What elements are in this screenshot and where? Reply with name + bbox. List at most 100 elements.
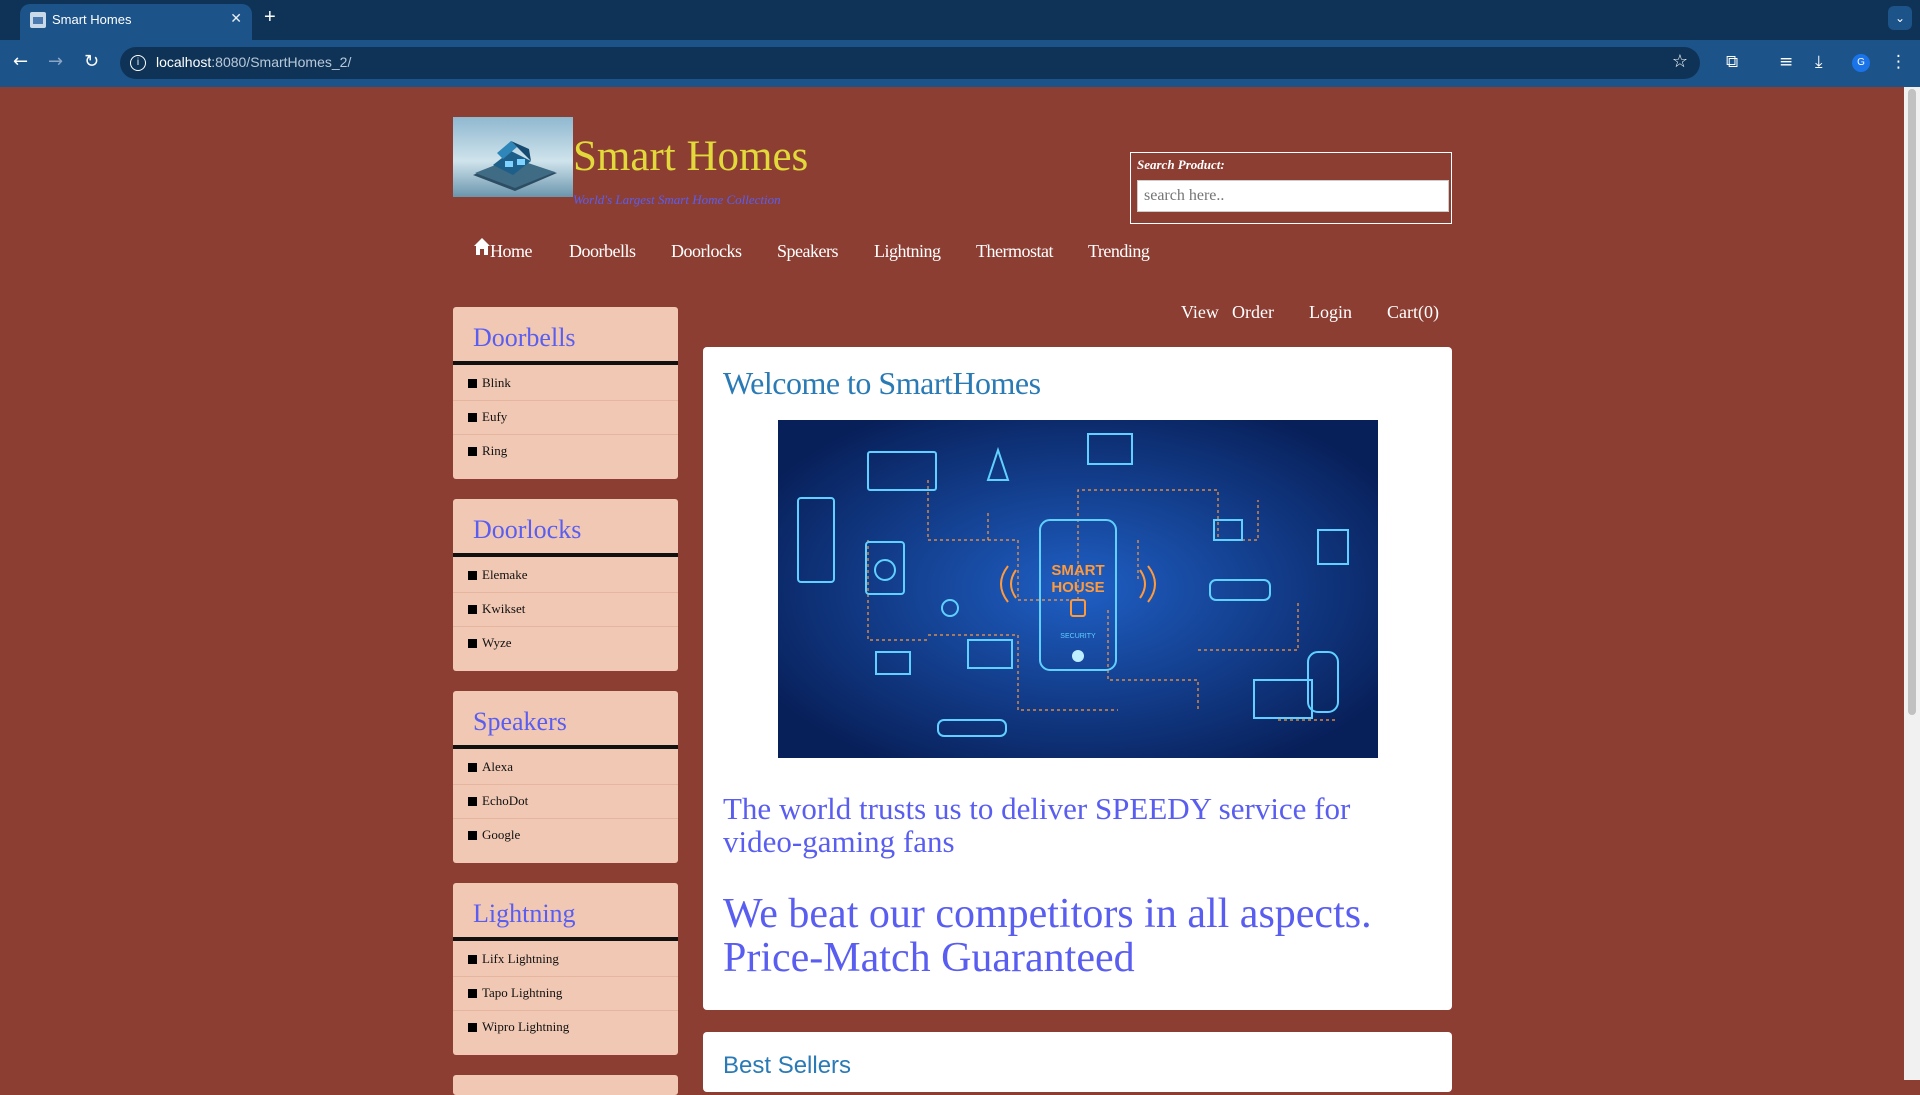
menu-kebab-icon[interactable]: ⋮: [1890, 52, 1907, 72]
category-title: Doorbells: [473, 323, 576, 352]
nav-doorlocks[interactable]: Doorlocks: [671, 241, 742, 262]
nav-cart[interactable]: Cart(0): [1387, 302, 1439, 323]
profile-avatar[interactable]: G: [1852, 54, 1870, 72]
nav-home[interactable]: Home: [490, 241, 533, 262]
site-title[interactable]: Smart Homes: [573, 132, 808, 181]
url-text: localhost:8080/SmartHomes_2/: [156, 54, 351, 70]
bullet-icon: [468, 831, 477, 840]
bullet-icon: [468, 447, 477, 456]
url-host: localhost: [156, 54, 212, 70]
sidebar-item-label[interactable]: Eufy: [482, 409, 507, 425]
sidebar-item-label[interactable]: Kwikset: [482, 601, 525, 617]
nav-thermostat[interactable]: Thermostat: [976, 241, 1053, 262]
sidebar-item-label[interactable]: Elemake: [482, 567, 527, 583]
bullet-icon: [468, 763, 477, 772]
smart-house-hero-image: SMART HOUSE SECURITY: [778, 420, 1378, 758]
bullet-icon: [468, 413, 477, 422]
nav-doorbells[interactable]: Doorbells: [569, 241, 636, 262]
bullet-icon: [468, 1023, 477, 1032]
best-sellers-panel: Best Sellers: [703, 1032, 1452, 1092]
sidebar-item-ring[interactable]: Ring: [453, 434, 678, 468]
sidebar-item-echodot[interactable]: EchoDot: [453, 784, 678, 819]
bullet-icon: [468, 989, 477, 998]
sidebar-item-wyze[interactable]: Wyze: [453, 626, 678, 660]
sidebar-item-alexa[interactable]: Alexa: [453, 750, 678, 785]
category-title: Lightning: [473, 899, 576, 928]
new-tab-icon[interactable]: +: [264, 6, 276, 29]
bookmark-star-icon[interactable]: ☆: [1672, 51, 1688, 72]
site-info-icon[interactable]: i: [130, 55, 146, 71]
sidebar-category-doorbells: Doorbells Blink Eufy Ring: [453, 307, 678, 479]
site-tagline: World's Largest Smart Home Collection: [573, 192, 781, 207]
category-divider: [453, 937, 678, 941]
media-icon[interactable]: ≡: [1779, 52, 1793, 72]
sidebar-item-google[interactable]: Google: [453, 818, 678, 852]
welcome-heading: Welcome to SmartHomes: [723, 365, 1041, 401]
hero-smart-text: SMART: [1051, 562, 1104, 579]
browser-tab[interactable]: Smart Homes ✕: [20, 4, 252, 40]
best-sellers-heading: Best Sellers: [723, 1052, 852, 1079]
back-icon[interactable]: ←: [13, 51, 28, 72]
nav-lightning[interactable]: Lightning: [874, 241, 941, 262]
download-icon[interactable]: ⤓: [1815, 52, 1823, 72]
page-scrollbar[interactable]: [1904, 87, 1920, 1080]
sidebar-item-label[interactable]: Ring: [482, 443, 507, 459]
sidebar-item-eufy[interactable]: Eufy: [453, 400, 678, 435]
url-path: :8080/SmartHomes_2/: [211, 54, 352, 70]
sidebar-category-next: [453, 1075, 678, 1095]
nav-speakers[interactable]: Speakers: [777, 241, 838, 262]
sidebar-item-kwikset[interactable]: Kwikset: [453, 592, 678, 627]
search-input[interactable]: [1137, 180, 1449, 212]
sidebar-item-lifx[interactable]: Lifx Lightning: [453, 942, 678, 977]
sidebar-item-tapo[interactable]: Tapo Lightning: [453, 976, 678, 1011]
bullet-icon: [468, 797, 477, 806]
sidebar-item-wipro[interactable]: Wipro Lightning: [453, 1010, 678, 1044]
favicon-icon: [30, 12, 46, 28]
sidebar-category-lightning: Lightning Lifx Lightning Tapo Lightning …: [453, 883, 678, 1055]
tab-search-icon[interactable]: ⌄: [1888, 6, 1912, 30]
site-logo-image[interactable]: [453, 117, 573, 197]
tagline-speedy: The world trusts us to deliver SPEEDY se…: [723, 791, 1351, 859]
sidebar-item-elemake[interactable]: Elemake: [453, 558, 678, 593]
bullet-icon: [468, 955, 477, 964]
sidebar-item-label[interactable]: Blink: [482, 375, 511, 391]
bullet-icon: [468, 379, 477, 388]
bullet-icon: [468, 605, 477, 614]
tagline-price-match: We beat our competitors in all aspects. …: [723, 891, 1372, 981]
bullet-icon: [468, 639, 477, 648]
sidebar-category-doorlocks: Doorlocks Elemake Kwikset Wyze: [453, 499, 678, 671]
category-divider: [453, 361, 678, 365]
nav-order[interactable]: Order: [1232, 302, 1274, 323]
forward-icon[interactable]: →: [48, 51, 63, 72]
search-box: Search Product:: [1130, 152, 1452, 224]
tab-title: Smart Homes: [52, 12, 132, 27]
category-divider: [453, 553, 678, 557]
hero-security-text: SECURITY: [1060, 633, 1096, 640]
address-bar[interactable]: i localhost:8080/SmartHomes_2/ ☆: [120, 47, 1700, 79]
nav-view[interactable]: View: [1181, 302, 1219, 323]
browser-toolbar: ← → ↻ i localhost:8080/SmartHomes_2/ ☆ ⧉…: [0, 40, 1920, 87]
hero-house-text: HOUSE: [1051, 579, 1104, 596]
category-divider: [453, 745, 678, 749]
extensions-icon[interactable]: ⧉: [1726, 52, 1738, 72]
sidebar-item-blink[interactable]: Blink: [453, 366, 678, 401]
sidebar-item-label[interactable]: Wipro Lightning: [482, 1019, 569, 1035]
sidebar-item-label[interactable]: Google: [482, 827, 520, 843]
sidebar-item-label[interactable]: Wyze: [482, 635, 512, 651]
sidebar-item-label[interactable]: EchoDot: [482, 793, 528, 809]
sidebar-item-label[interactable]: Tapo Lightning: [482, 985, 562, 1001]
sidebar-item-label[interactable]: Alexa: [482, 759, 513, 775]
scrollbar-thumb[interactable]: [1908, 89, 1916, 715]
sidebar-item-label[interactable]: Lifx Lightning: [482, 951, 559, 967]
category-title: Speakers: [473, 707, 567, 736]
reload-icon[interactable]: ↻: [84, 51, 99, 72]
bullet-icon: [468, 571, 477, 580]
nav-login[interactable]: Login: [1309, 302, 1352, 323]
home-icon[interactable]: [473, 237, 491, 257]
close-tab-icon[interactable]: ✕: [230, 10, 242, 27]
search-label: Search Product:: [1137, 157, 1225, 172]
category-title: Doorlocks: [473, 515, 582, 544]
browser-tabbar: Smart Homes ✕ + ⌄: [0, 0, 1920, 40]
welcome-panel: Welcome to SmartHomes SMART HOUSE SECURI…: [703, 347, 1452, 1010]
nav-trending[interactable]: Trending: [1088, 241, 1150, 262]
